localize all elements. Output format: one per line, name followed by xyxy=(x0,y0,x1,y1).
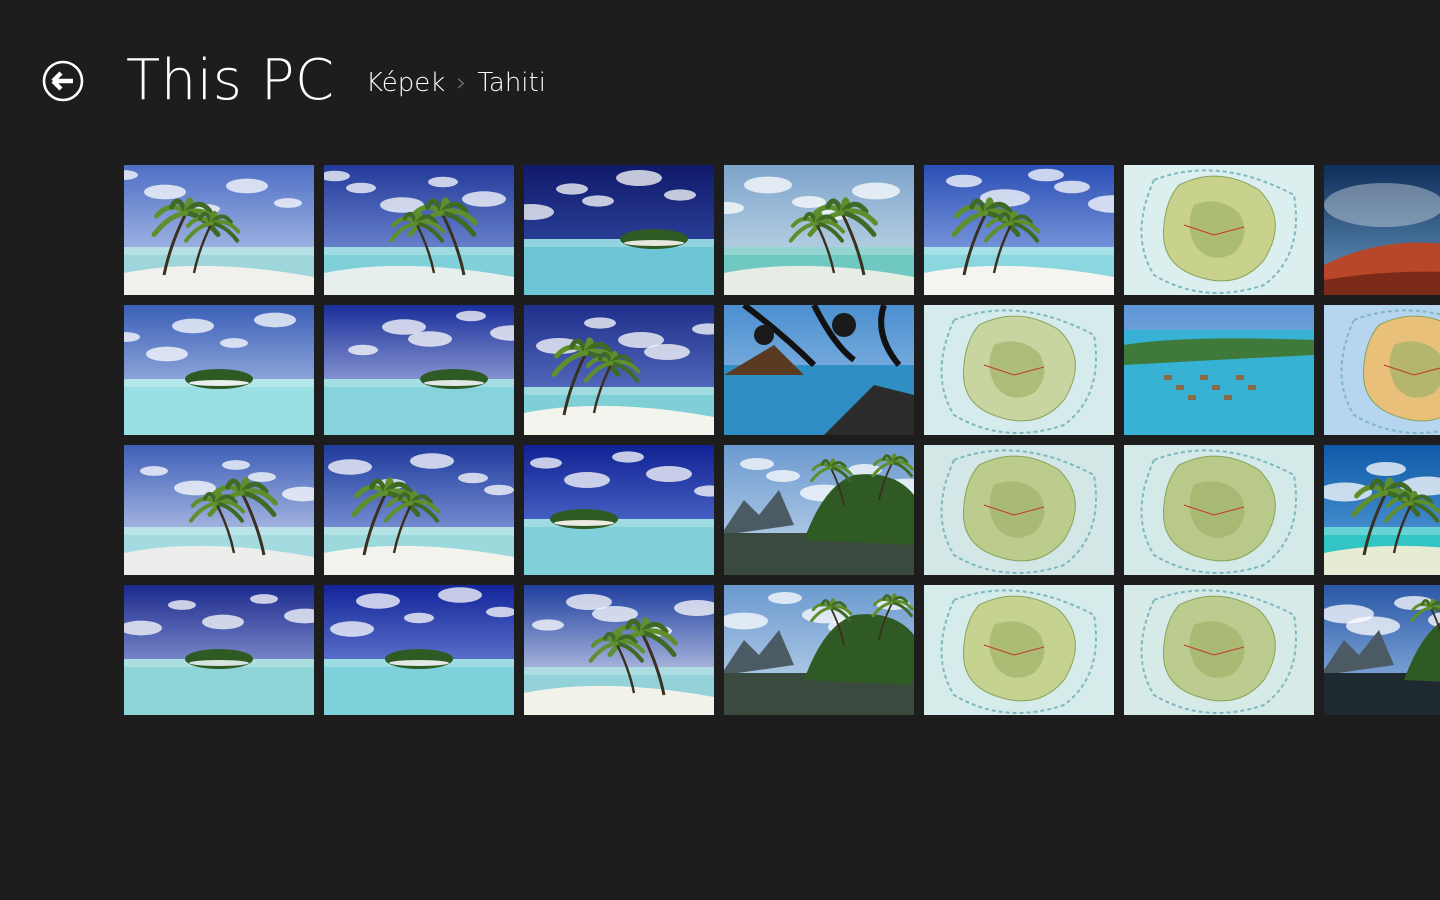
photo-image xyxy=(1324,165,1440,295)
photo-image xyxy=(724,305,914,435)
breadcrumb-item-tahiti[interactable]: Tahiti xyxy=(477,68,546,98)
photo-image xyxy=(324,445,514,575)
photo-image xyxy=(724,165,914,295)
photo-image xyxy=(1324,585,1440,715)
photo-image xyxy=(924,445,1114,575)
photo-thumbnail[interactable] xyxy=(924,165,1114,295)
photo-thumbnail[interactable] xyxy=(124,165,314,295)
photo-thumbnail[interactable] xyxy=(524,585,714,715)
photo-image xyxy=(924,585,1114,715)
photo-thumbnail[interactable] xyxy=(124,585,314,715)
photo-thumbnail[interactable] xyxy=(924,585,1114,715)
photo-thumbnail[interactable] xyxy=(324,165,514,295)
photo-thumbnail[interactable] xyxy=(724,445,914,575)
photo-thumbnail[interactable] xyxy=(524,165,714,295)
photo-thumbnail[interactable] xyxy=(1324,305,1440,435)
photo-image xyxy=(924,165,1114,295)
page-title: This PC xyxy=(126,48,335,113)
photo-image xyxy=(524,165,714,295)
photo-image xyxy=(324,585,514,715)
breadcrumb-separator-icon: › xyxy=(456,68,467,98)
photo-image xyxy=(124,585,314,715)
photo-image xyxy=(1124,165,1314,295)
breadcrumb: Képek › Tahiti xyxy=(366,66,546,100)
photo-image xyxy=(1124,585,1314,715)
breadcrumb-item-kepek[interactable]: Képek xyxy=(366,68,445,98)
photo-thumbnail[interactable] xyxy=(724,305,914,435)
photo-thumbnail[interactable] xyxy=(1124,585,1314,715)
photos-app-view: This PC Képek › Tahiti xyxy=(0,0,1440,900)
photo-image xyxy=(124,445,314,575)
photo-thumbnail[interactable] xyxy=(1124,445,1314,575)
photo-image xyxy=(1124,305,1314,435)
photo-image xyxy=(1124,445,1314,575)
photo-thumbnail[interactable] xyxy=(524,445,714,575)
photo-thumbnail[interactable] xyxy=(1324,445,1440,575)
photo-thumbnail[interactable] xyxy=(724,165,914,295)
photo-thumbnail[interactable] xyxy=(1324,585,1440,715)
photo-image xyxy=(524,585,714,715)
photo-image xyxy=(324,165,514,295)
photo-thumbnail[interactable] xyxy=(124,445,314,575)
photo-thumbnail[interactable] xyxy=(324,305,514,435)
photo-thumbnail[interactable] xyxy=(924,305,1114,435)
photo-image xyxy=(1324,305,1440,435)
photo-thumbnail[interactable] xyxy=(324,445,514,575)
photo-image xyxy=(1324,445,1440,575)
photo-image xyxy=(124,305,314,435)
photo-image xyxy=(724,585,914,715)
photo-image xyxy=(324,305,514,435)
photo-thumbnail[interactable] xyxy=(124,305,314,435)
photo-image xyxy=(524,305,714,435)
photo-thumbnail[interactable] xyxy=(1124,305,1314,435)
back-button[interactable] xyxy=(42,60,84,102)
photo-thumbnail[interactable] xyxy=(724,585,914,715)
photo-image xyxy=(524,445,714,575)
photo-image xyxy=(924,305,1114,435)
photo-image xyxy=(724,445,914,575)
photo-thumbnail[interactable] xyxy=(324,585,514,715)
photo-thumbnail[interactable] xyxy=(1124,165,1314,295)
photo-thumbnail[interactable] xyxy=(924,445,1114,575)
photo-thumbnail[interactable] xyxy=(1324,165,1440,295)
back-arrow-circle-icon xyxy=(42,60,84,102)
photo-thumbnail[interactable] xyxy=(524,305,714,435)
photo-image xyxy=(124,165,314,295)
photo-grid xyxy=(124,165,1440,715)
